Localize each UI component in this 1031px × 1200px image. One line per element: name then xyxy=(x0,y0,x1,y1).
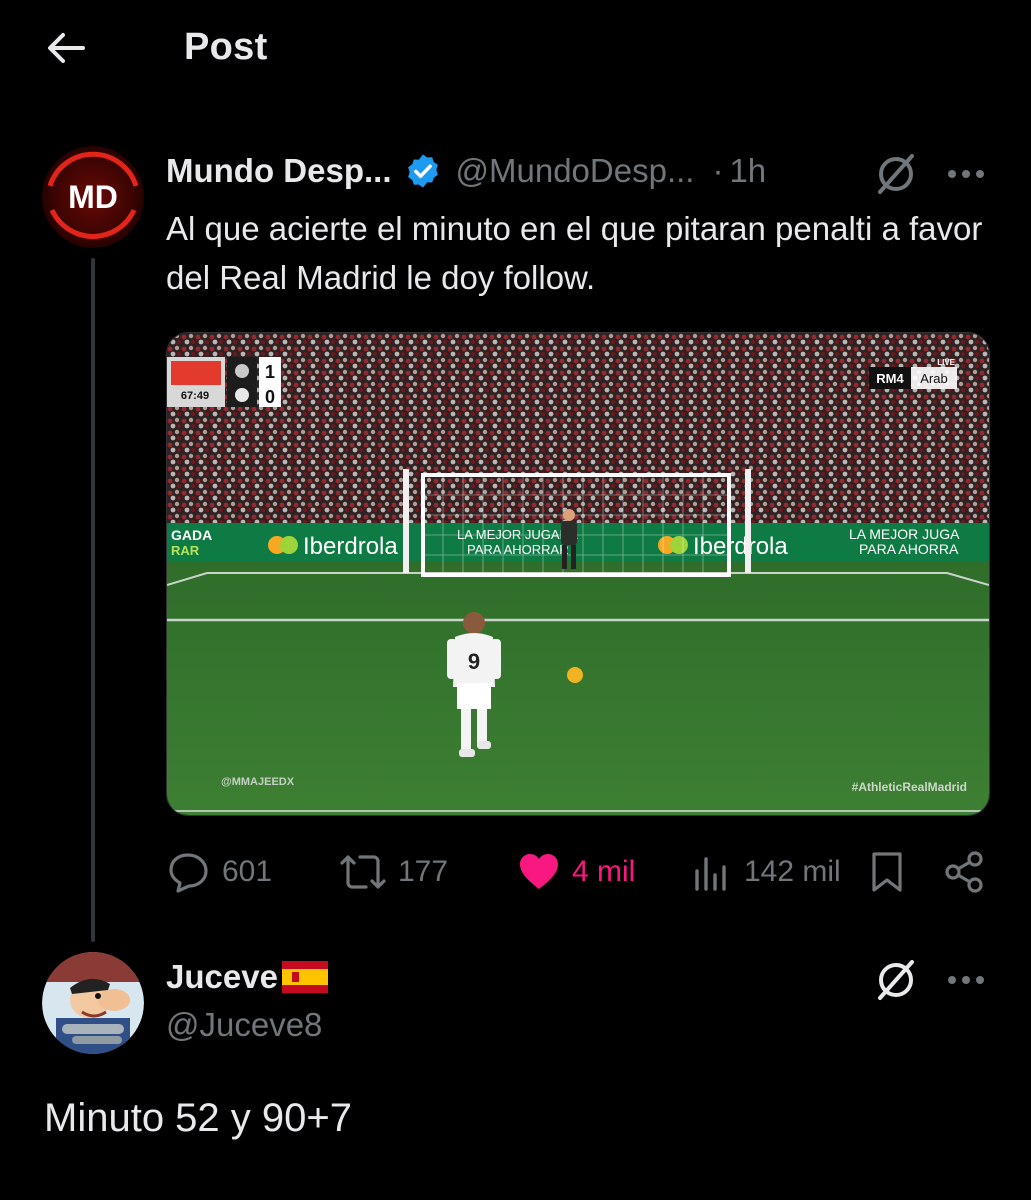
author-handle[interactable]: @MundoDesp... xyxy=(456,152,695,190)
svg-text:PARA AHORRA: PARA AHORRA xyxy=(859,541,959,557)
arrow-left-icon xyxy=(48,33,85,63)
reply-author-avatar[interactable] xyxy=(42,952,144,1054)
svg-text:LA MEJOR JUGA: LA MEJOR JUGA xyxy=(849,526,960,542)
svg-text:Iberdrola: Iberdrola xyxy=(693,533,788,560)
reply-count: 601 xyxy=(222,855,273,888)
spain-flag-icon xyxy=(281,961,328,993)
reply-author-name[interactable]: Juceve xyxy=(166,958,278,996)
heart-filled-icon xyxy=(520,854,558,889)
grok-icon xyxy=(878,960,914,1000)
tweet-media-image[interactable]: GADA RAR Iberdrola LA MEJOR JUGADA PARA … xyxy=(166,332,990,816)
svg-text:67:49: 67:49 xyxy=(181,390,209,402)
svg-text:MD: MD xyxy=(68,179,118,215)
more-dots-icon xyxy=(948,170,984,178)
post-time[interactable]: 1h xyxy=(729,152,766,190)
svg-text:LA MEJOR JUGADA: LA MEJOR JUGADA xyxy=(457,527,578,542)
repost-icon xyxy=(340,855,386,889)
back-button[interactable] xyxy=(44,26,88,70)
ball xyxy=(567,667,583,683)
reply-author-handle[interactable]: @Juceve8 xyxy=(166,1006,322,1044)
reply-author-row: Juceve xyxy=(166,954,328,1000)
more-dots-icon xyxy=(948,976,984,984)
views-chart-icon xyxy=(695,857,726,891)
like-button[interactable]: 4 mil xyxy=(516,840,635,904)
bookmark-button[interactable] xyxy=(866,840,908,904)
reply-more-options-button[interactable] xyxy=(942,956,990,1004)
reply-grok-button[interactable] xyxy=(872,956,920,1004)
grok-icon xyxy=(878,154,914,194)
svg-text:GADA: GADA xyxy=(171,527,212,543)
svg-text:RAR: RAR xyxy=(171,543,200,558)
repost-button[interactable]: 177 xyxy=(338,840,448,904)
grok-button[interactable] xyxy=(872,150,920,198)
separator-dot: · xyxy=(712,152,724,189)
more-options-button[interactable] xyxy=(942,150,990,198)
verified-badge-icon xyxy=(407,154,438,188)
svg-text:LIVE: LIVE xyxy=(937,358,955,367)
action-bar: 601 177 4 mil 142 mil xyxy=(166,840,996,904)
post-page: Post MD Mundo Desp... @MundoDesp... · 1h… xyxy=(0,0,1031,1200)
svg-text:1: 1 xyxy=(265,362,275,382)
svg-text:0: 0 xyxy=(265,387,275,407)
views-count: 142 mil xyxy=(744,855,841,888)
like-count: 4 mil xyxy=(572,855,636,888)
share-button[interactable] xyxy=(942,840,986,904)
page-title: Post xyxy=(184,26,268,68)
share-icon xyxy=(945,851,983,893)
svg-text:Iberdrola: Iberdrola xyxy=(303,533,398,560)
bookmark-icon xyxy=(872,852,902,892)
scoreboard-overlay: 67:49 1 0 xyxy=(167,357,281,407)
svg-text:9: 9 xyxy=(468,649,480,674)
reply-button[interactable]: 601 xyxy=(166,840,272,904)
author-name[interactable]: Mundo Desp... xyxy=(166,152,392,190)
reply-icon xyxy=(169,853,208,893)
mundo-deportivo-logo: MD xyxy=(42,146,144,248)
repost-count: 177 xyxy=(398,855,449,888)
cartoon-avatar xyxy=(42,952,144,1054)
hashtag-watermark: #AthleticRealMadrid xyxy=(852,780,967,794)
thread-connector xyxy=(91,258,95,942)
author-avatar[interactable]: MD xyxy=(42,146,144,248)
svg-text:Arab: Arab xyxy=(920,371,947,386)
watermark: @MMAJEEDX xyxy=(221,776,295,788)
reply-text: Minuto 52 y 90+7 xyxy=(44,1096,352,1140)
svg-text:RM4: RM4 xyxy=(876,371,904,386)
views-button[interactable]: 142 mil xyxy=(690,840,841,904)
top-bar: Post xyxy=(0,0,1031,96)
tweet-text: Al que acierte el minuto en el que pitar… xyxy=(166,210,983,296)
